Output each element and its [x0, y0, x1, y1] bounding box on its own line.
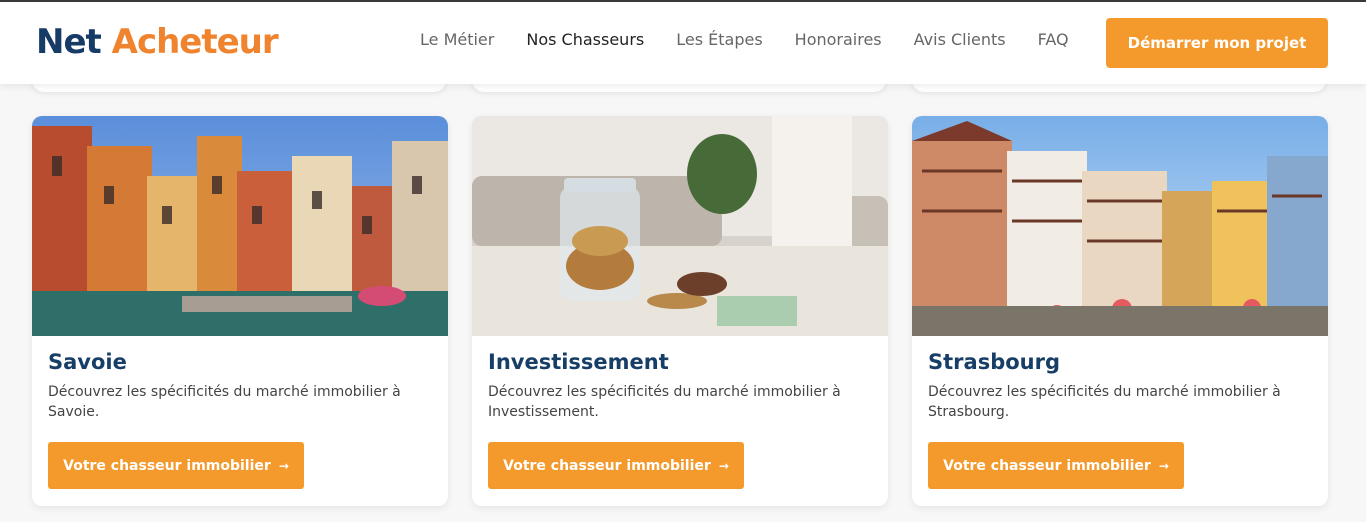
nav-faq[interactable]: FAQ — [1038, 30, 1069, 49]
savoie-image — [32, 116, 448, 336]
strasbourg-image — [912, 116, 1328, 336]
hunter-button[interactable]: Votre chasseur immobilier → — [928, 442, 1184, 489]
nav-avis-clients[interactable]: Avis Clients — [914, 30, 1006, 49]
nav-les-etapes[interactable]: Les Étapes — [676, 30, 762, 49]
card-title: Savoie — [48, 350, 127, 374]
start-project-button[interactable]: Démarrer mon projet — [1106, 18, 1328, 68]
arrow-right-icon: → — [1158, 458, 1169, 473]
nav-nos-chasseurs[interactable]: Nos Chasseurs — [526, 30, 644, 49]
button-label: Votre chasseur immobilier — [503, 457, 711, 474]
hunter-button[interactable]: Votre chasseur immobilier → — [488, 442, 744, 489]
logo-part2: Acheteur — [111, 22, 279, 62]
card-description: Découvrez les spécificités du marché imm… — [928, 384, 1281, 420]
investment-image — [472, 116, 888, 336]
card-title: Strasbourg — [928, 350, 1060, 374]
nav-honoraires[interactable]: Honoraires — [795, 30, 882, 49]
card-description: Découvrez les spécificités du marché imm… — [488, 384, 841, 420]
card-title: Investissement — [488, 350, 669, 374]
hunter-button[interactable]: Votre chasseur immobilier → — [48, 442, 304, 489]
button-label: Votre chasseur immobilier — [943, 457, 1151, 474]
main-nav: Le Métier Nos Chasseurs Les Étapes Honor… — [420, 30, 1069, 49]
logo-part1: Net — [36, 22, 102, 62]
arrow-right-icon: → — [278, 458, 289, 473]
card-investissement[interactable]: Investissement Découvrez les spécificité… — [472, 116, 888, 506]
button-label: Votre chasseur immobilier — [63, 457, 271, 474]
site-header: Net Acheteur Le Métier Nos Chasseurs Les… — [0, 2, 1366, 84]
arrow-right-icon: → — [718, 458, 729, 473]
card-description: Découvrez les spécificités du marché imm… — [48, 384, 401, 420]
site-logo[interactable]: Net Acheteur — [36, 22, 279, 62]
card-strasbourg[interactable]: Strasbourg Découvrez les spécificités du… — [912, 116, 1328, 506]
nav-le-metier[interactable]: Le Métier — [420, 30, 494, 49]
card-savoie[interactable]: Savoie Découvrez les spécificités du mar… — [32, 116, 448, 506]
